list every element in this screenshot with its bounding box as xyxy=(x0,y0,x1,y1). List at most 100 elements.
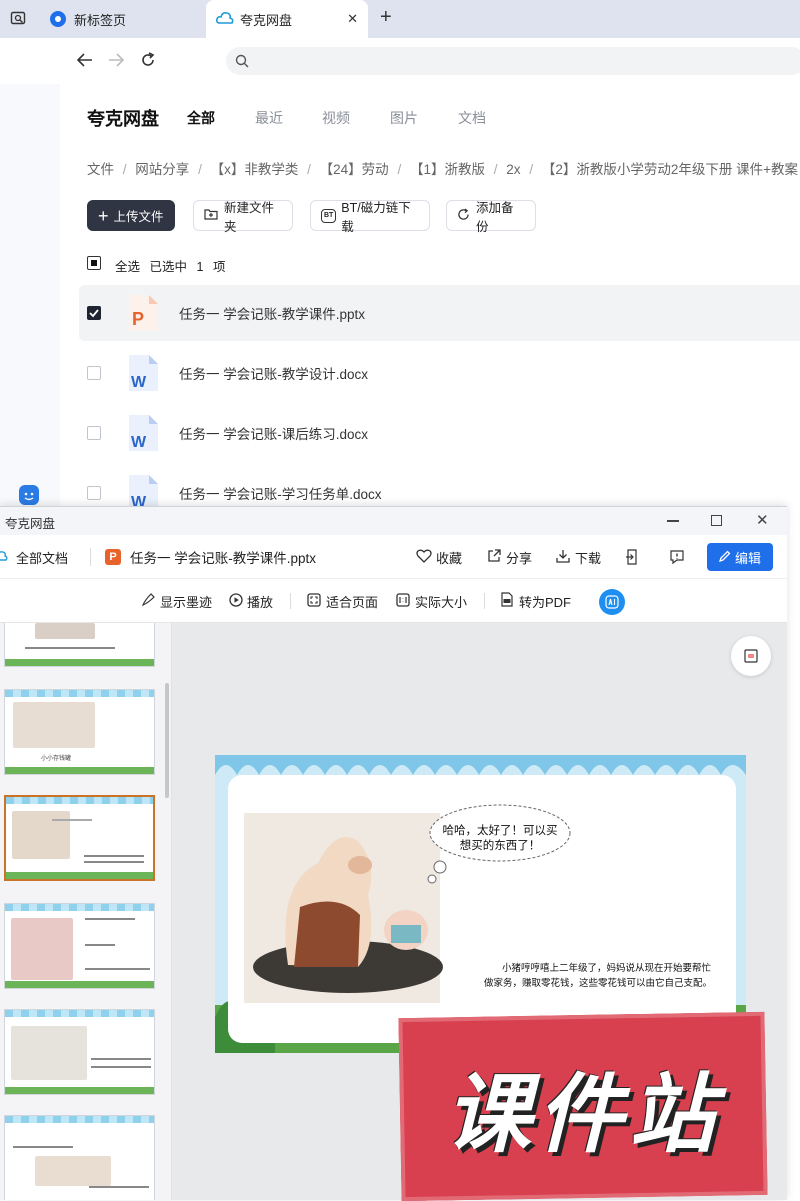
open-external-icon[interactable] xyxy=(625,549,639,568)
actual-size-button[interactable]: 实际大小 xyxy=(396,579,467,623)
play-button[interactable]: 播放 xyxy=(229,579,273,623)
heart-icon xyxy=(416,549,432,566)
tab-video[interactable]: 视频 xyxy=(322,108,350,128)
tab-docs[interactable]: 文档 xyxy=(458,108,486,128)
breadcrumb-separator: / xyxy=(529,162,534,177)
sync-view-icon[interactable] xyxy=(731,636,771,676)
browser-logo-icon xyxy=(50,11,66,27)
add-backup-button[interactable]: 添加备份 xyxy=(446,200,536,234)
breadcrumb-item-current: 【2】浙教版小学劳动2年级下册 课件+教案 xyxy=(541,162,798,177)
tab-label: 夸克网盘 xyxy=(240,12,293,28)
file-name: 任务一 学会记账-教学设计.docx xyxy=(179,367,369,382)
row-checkbox[interactable] xyxy=(87,366,101,380)
plus-icon: + xyxy=(98,205,109,226)
convert-pdf-label: 转为PDF xyxy=(519,594,572,610)
slide-thumbnail[interactable] xyxy=(4,1009,155,1095)
watermark-text: 课件站 xyxy=(445,1065,721,1165)
close-tab-icon[interactable]: ✕ xyxy=(347,11,358,27)
close-icon[interactable]: ✕ xyxy=(756,511,769,529)
tab-quark-drive[interactable]: 夸克网盘 ✕ xyxy=(206,0,368,38)
favorite-label: 收藏 xyxy=(436,550,463,566)
edit-label: 编辑 xyxy=(734,550,761,566)
viewer-window-title: 夸克网盘 xyxy=(5,517,56,531)
download-button[interactable]: 下载 xyxy=(556,535,601,579)
reload-icon[interactable] xyxy=(139,51,157,72)
breadcrumb-item[interactable]: 网站分享 xyxy=(135,162,189,177)
tab-new-tab[interactable]: 新标签页 xyxy=(40,0,200,38)
slide-content: 哈哈，太好了！可以买想买的东西了！ 小猪哼哼嘻上二年级了，妈妈说从现在开始要帮忙… xyxy=(228,775,736,1043)
slide-thumbnail[interactable] xyxy=(4,903,155,989)
breadcrumb-item[interactable]: 【24】劳动 xyxy=(320,162,389,177)
convert-pdf-button[interactable]: 转为PDF xyxy=(500,579,571,623)
slide-thumbnail[interactable] xyxy=(4,623,155,667)
show-ink-button[interactable]: 显示墨迹 xyxy=(141,579,212,623)
new-tab-button[interactable]: + xyxy=(380,6,392,29)
breadcrumb: 文件 / 网站分享 / 【x】非教学类 / 【24】劳动 / 【1】浙教版 / … xyxy=(87,158,798,178)
ai-assistant-icon[interactable] xyxy=(599,589,625,615)
breadcrumb-separator: / xyxy=(397,162,402,177)
ppt-icon: P xyxy=(105,549,121,565)
new-folder-button[interactable]: 新建文件夹 xyxy=(193,200,293,234)
all-docs-button[interactable]: 全部文档 xyxy=(0,535,68,579)
add-backup-label: 添加备份 xyxy=(476,200,514,234)
file-row[interactable]: W 任务一 学会记账-课后练习.docx xyxy=(79,405,800,461)
breadcrumb-item[interactable]: 【1】浙教版 xyxy=(410,162,485,177)
feedback-icon[interactable] xyxy=(669,549,685,568)
forward-arrow-icon[interactable] xyxy=(107,52,125,71)
actual-size-label: 实际大小 xyxy=(415,594,468,610)
select-all-checkbox[interactable] xyxy=(87,256,101,270)
row-checkbox[interactable] xyxy=(87,486,101,500)
breadcrumb-item[interactable]: 2x xyxy=(506,162,520,177)
ppt-file-icon: P xyxy=(127,294,159,332)
maximize-icon[interactable] xyxy=(711,515,722,526)
favorite-button[interactable]: 收藏 xyxy=(416,535,462,579)
upload-button[interactable]: + 上传文件 xyxy=(87,200,175,231)
sync-icon xyxy=(457,207,470,224)
folder-plus-icon xyxy=(204,208,218,223)
breadcrumb-separator: / xyxy=(122,162,127,177)
edit-button[interactable]: 编辑 xyxy=(707,543,773,571)
header-divider xyxy=(90,548,91,566)
viewer-header: 全部文档 P 任务一 学会记账-教学课件.pptx 收藏 分享 下载 编辑 xyxy=(0,535,787,579)
tab-label: 新标签页 xyxy=(74,12,127,28)
tab-search-icon[interactable] xyxy=(10,10,28,28)
tab-all[interactable]: 全部 xyxy=(187,108,215,128)
breadcrumb-item[interactable]: 文件 xyxy=(87,162,114,177)
cloud-icon xyxy=(0,550,8,565)
viewer-title-bar: 夸克网盘 ✕ xyxy=(0,507,787,535)
back-arrow-icon[interactable] xyxy=(76,52,94,71)
assistant-icon[interactable] xyxy=(19,485,39,505)
file-row[interactable]: W 任务一 学会记账-教学设计.docx xyxy=(79,345,800,401)
cloud-icon xyxy=(216,11,234,28)
slide-thumbnail[interactable]: 小小存钱罐 xyxy=(4,689,155,775)
file-name: 任务一 学会记账-课后练习.docx xyxy=(179,427,369,442)
file-row[interactable]: P 任务一 学会记账-教学课件.pptx xyxy=(79,285,800,341)
svg-text:W: W xyxy=(131,374,147,391)
search-icon xyxy=(234,53,250,72)
app-logo: 夸克网盘 xyxy=(87,109,159,129)
select-all-label[interactable]: 全选 xyxy=(115,260,140,274)
new-folder-label: 新建文件夹 xyxy=(224,200,275,234)
slide-thumbnail[interactable] xyxy=(4,1115,155,1200)
tab-image[interactable]: 图片 xyxy=(390,108,418,128)
selected-count: 1 xyxy=(196,260,204,274)
tab-recent[interactable]: 最近 xyxy=(255,108,283,128)
address-bar[interactable] xyxy=(226,47,800,75)
bt-download-label: BT/磁力链下载 xyxy=(341,200,411,234)
slide-thumbnail-active[interactable] xyxy=(4,795,155,881)
fit-page-button[interactable]: 适合页面 xyxy=(307,579,378,623)
share-button[interactable]: 分享 xyxy=(487,535,532,579)
breadcrumb-item[interactable]: 【x】非教学类 xyxy=(211,162,299,177)
bt-download-button[interactable]: BT BT/磁力链下载 xyxy=(310,200,430,234)
toolbar-divider xyxy=(290,593,291,609)
thumbnail-scrollbar[interactable] xyxy=(165,683,169,798)
file-name: 任务一 学会记账-学习任务单.docx xyxy=(179,487,382,502)
side-strip xyxy=(0,84,60,506)
row-checkbox[interactable] xyxy=(87,426,101,440)
minimize-icon[interactable] xyxy=(667,520,679,522)
play-icon xyxy=(229,592,243,610)
speech-bubble-text: 哈哈，太好了！可以买想买的东西了！ xyxy=(442,825,558,852)
row-checkbox[interactable] xyxy=(87,306,101,320)
download-icon xyxy=(556,549,570,566)
all-docs-label: 全部文档 xyxy=(16,550,69,566)
